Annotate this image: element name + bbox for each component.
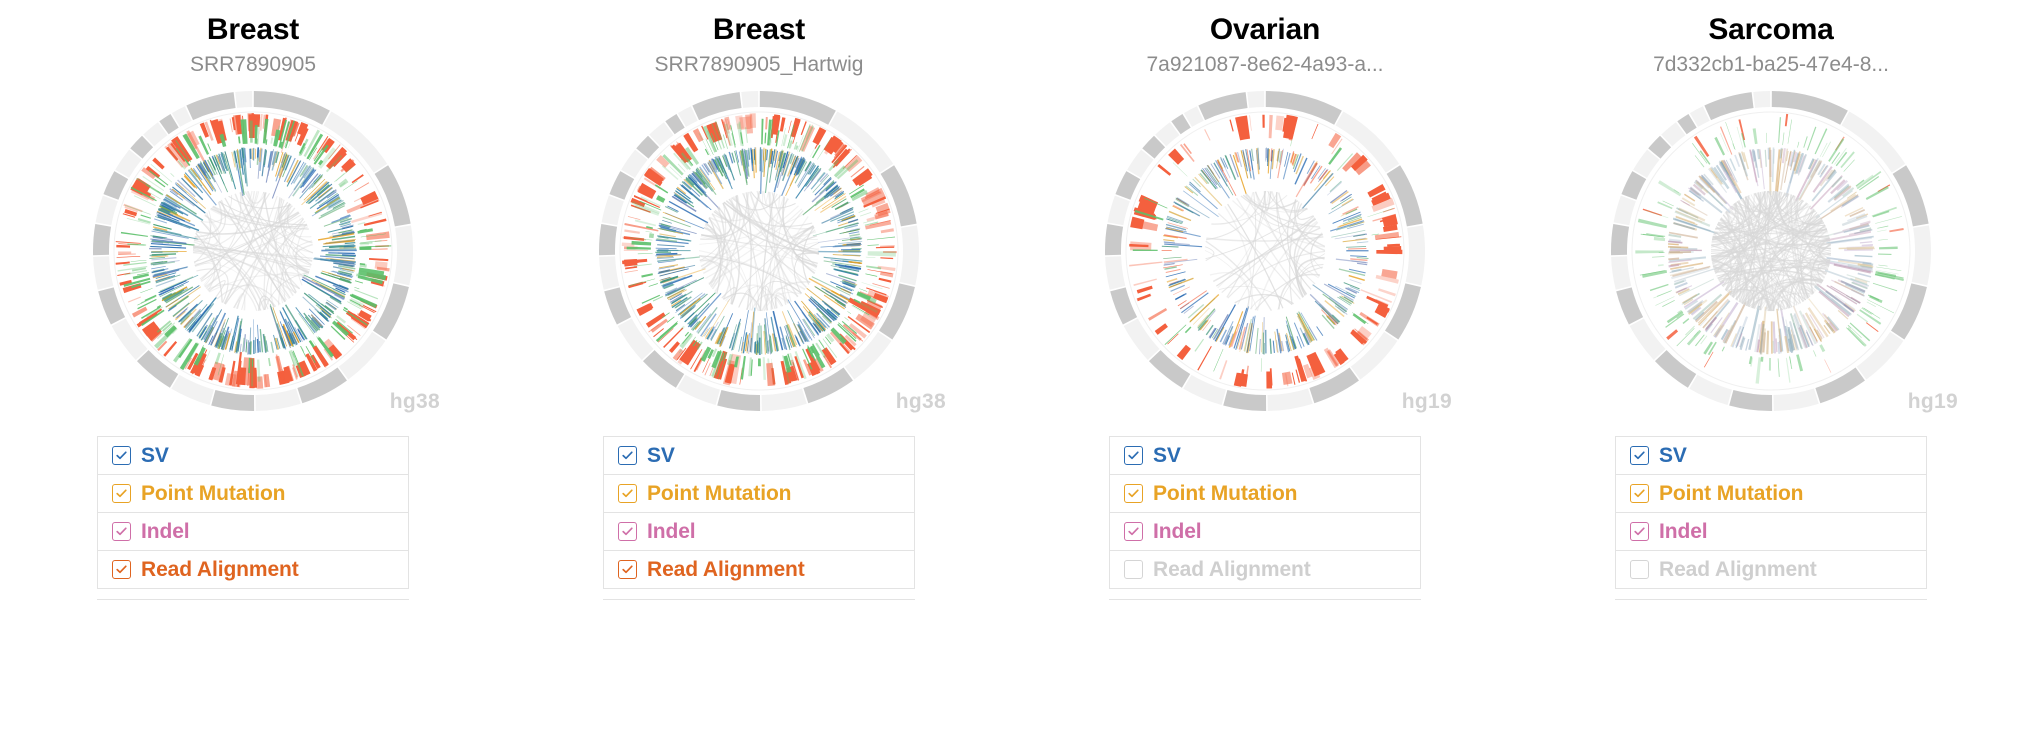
legend-item-indel[interactable]: Indel	[1616, 513, 1926, 552]
legend-bottom-divider	[1109, 599, 1421, 601]
check-icon	[622, 527, 633, 536]
checkbox-indel[interactable]	[1630, 522, 1649, 542]
checkbox-sv[interactable]	[618, 446, 637, 466]
legend-item-point-mutation[interactable]: Point Mutation	[98, 475, 408, 514]
legend-item-label: Point Mutation	[141, 481, 286, 505]
legend-item-read-alignment[interactable]: Read Alignment	[1110, 551, 1420, 590]
check-icon	[116, 451, 127, 460]
checkbox-indel[interactable]	[112, 522, 131, 542]
panel-title: Breast	[206, 13, 300, 46]
check-icon	[1634, 527, 1645, 536]
check-icon	[622, 489, 633, 498]
circos-plot-svg	[599, 91, 919, 412]
circos-plot[interactable]: hg19	[1100, 86, 1452, 416]
checkbox-point-mutation[interactable]	[1630, 484, 1649, 504]
checkbox-point-mutation[interactable]	[1124, 484, 1143, 504]
checkbox-indel[interactable]	[1124, 522, 1143, 542]
sample-panel-sarcoma-3: Sarcoma 7d332cb1-ba25-47e4-8... hg19 SV Poin…	[1518, 0, 2024, 742]
legend-item-point-mutation[interactable]: Point Mutation	[1616, 475, 1926, 514]
legend-item-point-mutation[interactable]: Point Mutation	[604, 475, 914, 514]
legend-item-label: Point Mutation	[647, 481, 792, 505]
sample-panel-ovarian-2: Ovarian 7a921087-8e62-4a93-a... hg19 SV Poin…	[1012, 0, 1518, 742]
circos-panel-grid: Breast SRR7890905 hg38 SV Point Mutation Inde…	[0, 0, 2024, 742]
check-icon	[116, 489, 127, 498]
check-icon	[622, 451, 633, 460]
legend-item-label: SV	[1659, 443, 1687, 467]
legend-item-read-alignment[interactable]: Read Alignment	[604, 551, 914, 590]
check-icon	[1634, 489, 1645, 498]
check-icon	[1128, 451, 1139, 460]
legend-bottom-divider	[97, 599, 409, 601]
legend-item-label: Read Alignment	[1153, 557, 1311, 581]
legend-item-sv[interactable]: SV	[604, 437, 914, 476]
checkbox-point-mutation[interactable]	[112, 484, 131, 504]
legend-item-indel[interactable]: Indel	[1110, 513, 1420, 552]
legend-item-label: Indel	[647, 519, 696, 543]
panel-header: Breast SRR7890905_Hartwig	[506, 0, 1012, 76]
legend-item-label: Read Alignment	[1659, 557, 1817, 581]
legend-item-point-mutation[interactable]: Point Mutation	[1110, 475, 1420, 514]
track-legend: SV Point Mutation Indel Read Alignment	[1615, 436, 1927, 590]
panel-header: Breast SRR7890905	[0, 0, 506, 76]
panel-subtitle: 7a921087-8e62-4a93-a...	[1146, 54, 1384, 76]
circos-plot-svg	[93, 91, 413, 412]
genome-assembly-label: hg19	[1907, 390, 1958, 414]
checkbox-sv[interactable]	[1124, 446, 1143, 466]
checkbox-read-alignment[interactable]	[112, 560, 131, 580]
circos-plot-svg	[1105, 91, 1425, 412]
checkbox-indel[interactable]	[618, 522, 637, 542]
checkbox-read-alignment[interactable]	[1630, 560, 1649, 580]
genome-assembly-label: hg19	[1401, 390, 1452, 414]
legend-item-label: Indel	[141, 519, 190, 543]
legend-item-sv[interactable]: SV	[1616, 437, 1926, 476]
legend-item-sv[interactable]: SV	[98, 437, 408, 476]
panel-subtitle: SRR7890905	[189, 54, 317, 76]
legend-item-label: SV	[141, 443, 169, 467]
panel-title: Ovarian	[1209, 13, 1321, 46]
checkbox-read-alignment[interactable]	[1124, 560, 1143, 580]
checkbox-point-mutation[interactable]	[618, 484, 637, 504]
legend-bottom-divider	[603, 599, 915, 601]
genome-assembly-label: hg38	[895, 390, 946, 414]
legend-item-read-alignment[interactable]: Read Alignment	[1616, 551, 1926, 590]
legend-bottom-divider	[1615, 599, 1927, 601]
checkbox-sv[interactable]	[112, 446, 131, 466]
check-icon	[622, 565, 633, 574]
legend-item-label: Read Alignment	[647, 557, 805, 581]
legend-item-sv[interactable]: SV	[1110, 437, 1420, 476]
legend-item-label: Indel	[1659, 519, 1708, 543]
panel-header: Sarcoma 7d332cb1-ba25-47e4-8...	[1518, 0, 2024, 76]
check-icon	[116, 527, 127, 536]
track-legend: SV Point Mutation Indel Read Alignment	[1109, 436, 1421, 590]
circos-plot[interactable]: hg19	[1606, 86, 1958, 416]
check-icon	[1128, 527, 1139, 536]
track-legend: SV Point Mutation Indel Read Alignment	[603, 436, 915, 590]
legend-item-label: SV	[647, 443, 675, 467]
sample-panel-breast-0: Breast SRR7890905 hg38 SV Point Mutation Inde…	[0, 0, 506, 742]
circos-plot[interactable]: hg38	[88, 86, 440, 416]
check-icon	[1128, 489, 1139, 498]
legend-item-indel[interactable]: Indel	[604, 513, 914, 552]
legend-item-label: Read Alignment	[141, 557, 299, 581]
panel-title: Sarcoma	[1708, 13, 1834, 46]
legend-item-label: SV	[1153, 443, 1181, 467]
sample-panel-breast-1: Breast SRR7890905_Hartwig hg38 SV Point Muta…	[506, 0, 1012, 742]
panel-header: Ovarian 7a921087-8e62-4a93-a...	[1012, 0, 1518, 76]
legend-item-label: Indel	[1153, 519, 1202, 543]
checkbox-sv[interactable]	[1630, 446, 1649, 466]
check-icon	[116, 565, 127, 574]
track-legend: SV Point Mutation Indel Read Alignment	[97, 436, 409, 590]
panel-title: Breast	[712, 13, 806, 46]
circos-plot[interactable]: hg38	[594, 86, 946, 416]
legend-item-label: Point Mutation	[1153, 481, 1298, 505]
circos-plot-svg	[1611, 91, 1931, 412]
genome-assembly-label: hg38	[389, 390, 440, 414]
checkbox-read-alignment[interactable]	[618, 560, 637, 580]
legend-item-indel[interactable]: Indel	[98, 513, 408, 552]
check-icon	[1634, 451, 1645, 460]
legend-item-label: Point Mutation	[1659, 481, 1804, 505]
panel-subtitle: 7d332cb1-ba25-47e4-8...	[1653, 54, 1889, 76]
panel-subtitle: SRR7890905_Hartwig	[654, 54, 864, 76]
legend-item-read-alignment[interactable]: Read Alignment	[98, 551, 408, 590]
